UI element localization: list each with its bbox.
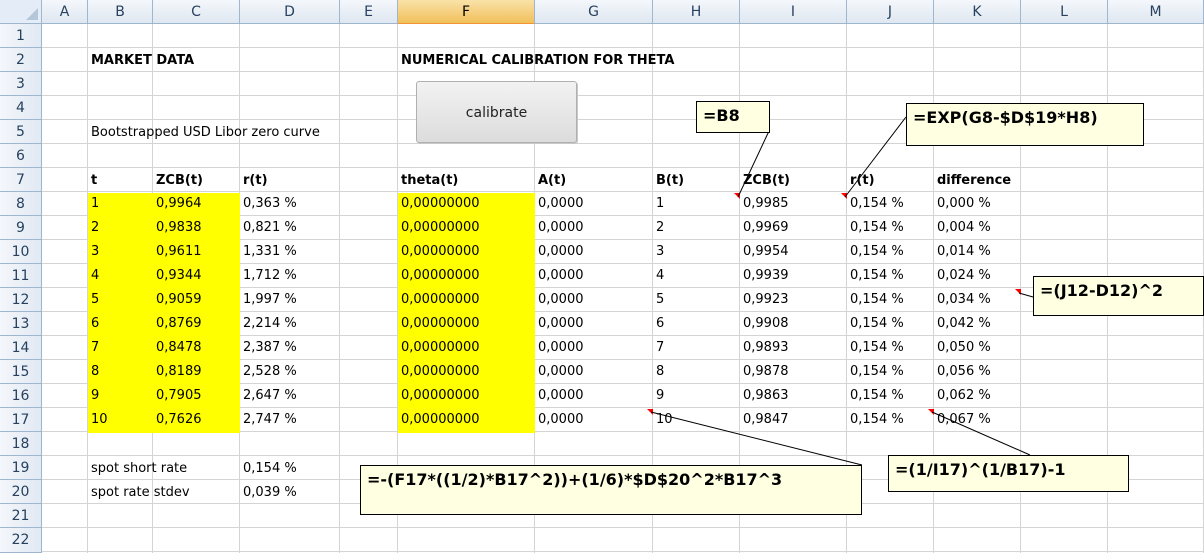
comment-b8[interactable]: =B8 [696,101,770,133]
comment-rate-formula[interactable]: =(1/I17)^(1/B17)-1 [888,455,1129,492]
comment-a-function[interactable]: =-(F17*((1/2)*B17^2))+(1/6)*$D$20^2*B17^… [360,465,862,515]
comment-diff-squared[interactable]: =(J12-D12)^2 [1033,276,1204,316]
comment-exp[interactable]: =EXP(G8-$D$19*H8) [906,103,1144,146]
